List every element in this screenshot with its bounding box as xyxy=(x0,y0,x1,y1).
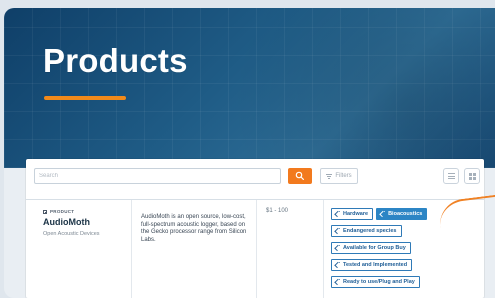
results-divider xyxy=(26,199,484,200)
tag-icon xyxy=(334,244,341,252)
tag-label: Hardware xyxy=(343,211,369,217)
tag-label: Available for Group Buy xyxy=(343,245,406,251)
list-view-button[interactable] xyxy=(443,168,459,184)
product-price: $1 - 100 xyxy=(266,208,289,214)
product-description: AudioMoth is an open source, low-cost, f… xyxy=(141,214,247,244)
product-icon xyxy=(43,210,47,214)
products-hero: Products xyxy=(4,8,495,168)
column-divider xyxy=(131,200,132,298)
tag-row: Endangered species xyxy=(331,225,481,237)
tag-icon xyxy=(334,261,341,269)
tag-label: Tested and Implemented xyxy=(343,262,408,268)
search-icon xyxy=(295,171,304,180)
tag-label: Endangered species xyxy=(343,228,397,234)
column-divider xyxy=(323,200,324,298)
tag-chip[interactable]: Hardware xyxy=(331,208,374,220)
list-view-icon xyxy=(448,173,455,179)
tag-row: Tested and Implemented xyxy=(331,259,481,271)
search-button[interactable] xyxy=(288,168,312,184)
tag-chip-active[interactable]: Bioacoustics xyxy=(376,208,428,220)
product-vendor: Open Acoustic Devices xyxy=(43,231,100,238)
tag-chip[interactable]: Available for Group Buy xyxy=(331,242,411,254)
grid-view-icon xyxy=(469,173,476,180)
tag-label: Bioacoustics xyxy=(388,211,423,217)
tag-chip[interactable]: Endangered species xyxy=(331,225,402,237)
title-underline xyxy=(44,96,126,100)
tag-icon xyxy=(334,227,341,235)
products-page: Products Filters xyxy=(4,8,495,298)
page-title: Products xyxy=(43,42,188,79)
product-type-label: PRODUCT xyxy=(50,208,75,214)
product-listing-panel: Filters PRODUCT AudioMoth Open Acoustic … xyxy=(26,159,484,298)
tag-label: Ready to use/Plug and Play xyxy=(343,279,415,285)
search-input[interactable] xyxy=(34,168,281,184)
tag-chip[interactable]: Ready to use/Plug and Play xyxy=(331,276,420,288)
filter-icon xyxy=(326,173,333,179)
product-type-row: PRODUCT xyxy=(43,208,130,216)
search-toolbar: Filters xyxy=(34,167,480,189)
product-name[interactable]: AudioMoth xyxy=(43,217,130,227)
filters-button[interactable]: Filters xyxy=(320,168,358,184)
product-summary: PRODUCT AudioMoth Open Acoustic Devices xyxy=(43,208,130,238)
column-divider xyxy=(256,200,257,298)
tag-icon xyxy=(334,278,341,286)
tag-icon xyxy=(379,210,386,218)
tag-icon xyxy=(334,210,341,218)
tag-chip[interactable]: Tested and Implemented xyxy=(331,259,413,271)
grid-view-button[interactable] xyxy=(464,168,480,184)
filters-label: Filters xyxy=(335,173,352,179)
tag-row: Ready to use/Plug and Play xyxy=(331,276,481,288)
tag-row: Available for Group Buy xyxy=(331,242,481,254)
